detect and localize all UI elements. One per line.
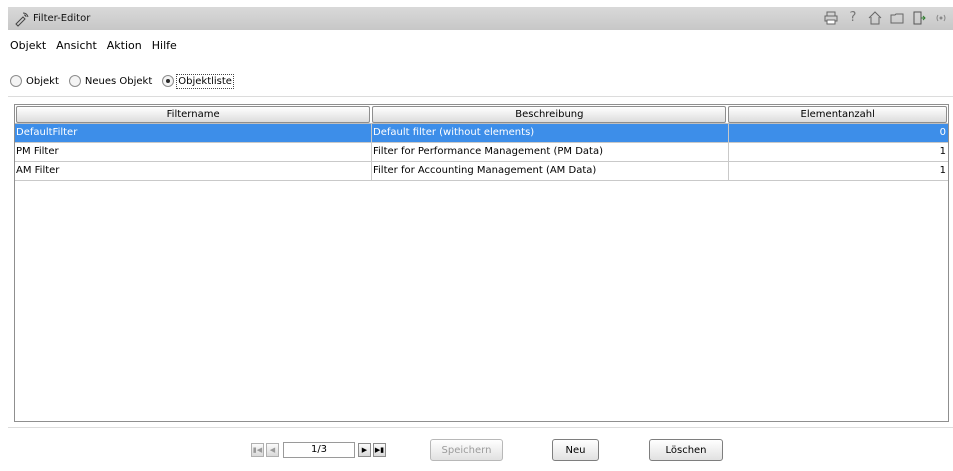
radio-objekt-label: Objekt <box>26 75 59 87</box>
table-row[interactable]: DefaultFilter Default filter (without el… <box>15 124 948 143</box>
menu-bar: Objekt Ansicht Aktion Hilfe <box>8 35 179 55</box>
cell-elementanzahl: 1 <box>939 146 946 157</box>
pagination: ▮◀ ◀ 1/3 ▶ ▶▮ <box>251 442 388 458</box>
column-header-beschreibung[interactable]: Beschreibung <box>372 106 727 123</box>
folder-icon[interactable] <box>889 10 905 26</box>
radio-objektliste-circle[interactable] <box>162 75 175 87</box>
filter-table: Filtername Beschreibung Elementanzahl De… <box>14 104 949 422</box>
broadcast-icon[interactable] <box>933 10 949 26</box>
table-row[interactable]: AM Filter Filter for Accounting Manageme… <box>15 162 948 181</box>
first-page-button[interactable]: ▮◀ <box>251 443 264 457</box>
divider <box>8 96 953 97</box>
column-header-filtername[interactable]: Filtername <box>16 106 371 123</box>
delete-button[interactable]: Löschen <box>649 439 723 461</box>
printer-icon[interactable] <box>823 10 839 26</box>
window-title: Filter-Editor <box>33 13 91 24</box>
cell-elementanzahl: 1 <box>939 165 946 176</box>
page-indicator: 1/3 <box>283 442 355 458</box>
save-button[interactable]: Speichern <box>430 439 503 461</box>
view-mode-radio-group: Objekt Neues Objekt Objektliste <box>10 72 242 90</box>
cell-elementanzahl: 0 <box>939 127 946 138</box>
new-button[interactable]: Neu <box>552 439 599 461</box>
menu-hilfe[interactable]: Hilfe <box>150 39 179 52</box>
title-toolbar: ? <box>823 10 949 26</box>
next-page-button[interactable]: ▶ <box>358 443 371 457</box>
radio-objektliste[interactable]: Objektliste <box>162 73 234 89</box>
menu-objekt[interactable]: Objekt <box>8 39 48 52</box>
menu-ansicht[interactable]: Ansicht <box>54 39 99 52</box>
cell-filtername: AM Filter <box>15 162 372 180</box>
last-page-button[interactable]: ▶▮ <box>373 443 386 457</box>
radio-neues-objekt[interactable]: Neues Objekt <box>68 75 153 87</box>
help-icon[interactable]: ? <box>845 10 861 26</box>
table-row[interactable]: PM Filter Filter for Performance Managem… <box>15 143 948 162</box>
previous-page-button[interactable]: ◀ <box>266 443 279 457</box>
table-header: Filtername Beschreibung Elementanzahl <box>15 105 948 124</box>
cell-filtername: PM Filter <box>15 143 372 161</box>
radio-neues-objekt-circle[interactable] <box>68 75 81 87</box>
radio-neues-objekt-label: Neues Objekt <box>84 75 153 87</box>
cell-filtername: DefaultFilter <box>15 124 372 142</box>
divider <box>8 427 953 428</box>
radio-objekt[interactable]: Objekt <box>10 75 59 87</box>
cell-beschreibung: Filter for Performance Management (PM Da… <box>372 143 729 161</box>
column-header-elementanzahl[interactable]: Elementanzahl <box>728 106 947 123</box>
radio-objekt-circle[interactable] <box>10 75 22 87</box>
filter-editor-icon <box>15 12 29 27</box>
cell-beschreibung: Default filter (without elements) <box>372 124 729 142</box>
menu-aktion[interactable]: Aktion <box>105 39 144 52</box>
radio-objektliste-label: Objektliste <box>176 73 234 89</box>
home-icon[interactable] <box>867 10 883 26</box>
cell-beschreibung: Filter for Accounting Management (AM Dat… <box>372 162 729 180</box>
export-icon[interactable] <box>911 10 927 26</box>
title-bar: Filter-Editor ? <box>8 7 953 30</box>
